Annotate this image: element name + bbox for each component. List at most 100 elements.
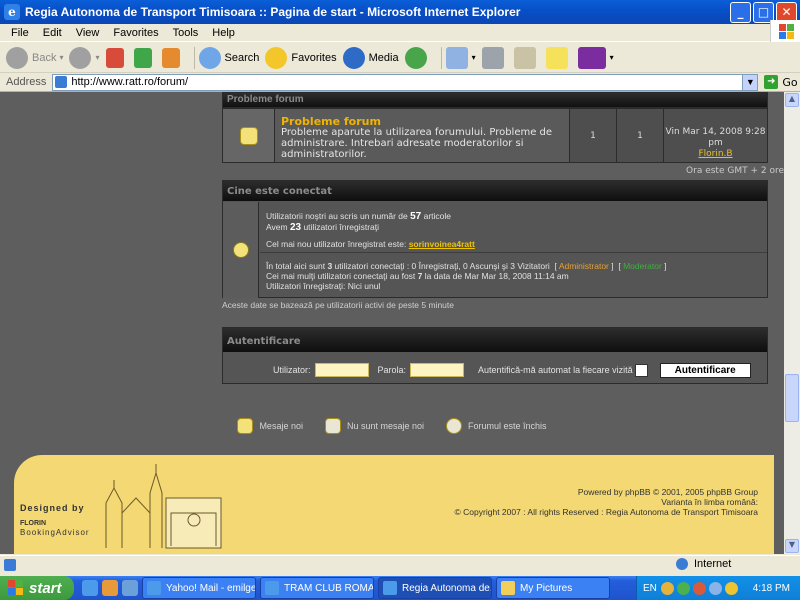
login-header: Autentificare [223,328,767,352]
cathedral-drawing-icon [105,464,222,549]
menu-tools[interactable]: Tools [166,27,206,39]
newest-user-link[interactable]: sorinvoinea4ratt [409,239,475,249]
designed-by-label: Designed by [20,503,85,513]
address-dropdown-icon[interactable]: ▼ [742,74,758,90]
forum-row: Probleme forum Probleme aparute la utili… [222,108,768,163]
window-title: Regia Autonoma de Transport Timisoara ::… [25,5,521,19]
go-button[interactable]: ➜ Go [764,75,798,89]
password-input[interactable] [410,363,465,377]
menu-file[interactable]: File [4,27,36,39]
history-button[interactable] [404,46,431,69]
powered-by[interactable]: Powered by phpBB © 2001, 2005 phpBB Grou… [455,487,758,497]
ie-icon [265,581,279,595]
forward-button[interactable]: ▾ [69,46,100,69]
vertical-scrollbar[interactable]: ▲ ▼ [784,92,800,554]
ie-icon: e [4,4,20,20]
scroll-down-arrow-icon[interactable]: ▼ [785,539,799,553]
scroll-thumb[interactable] [785,374,799,422]
start-button[interactable]: start [0,576,74,600]
edit-icon [513,46,536,69]
history-icon [404,46,427,69]
mail-button[interactable]: ▾ [445,46,476,69]
page-footer: Designed by FLORIN BookingAdvisor Powere… [14,455,774,554]
folder-icon [501,581,515,595]
language-indicator[interactable]: EN [643,583,657,594]
home-button[interactable] [161,47,184,68]
menu-help[interactable]: Help [205,27,242,39]
new-posts-icon [237,418,254,434]
notes-button[interactable] [545,46,572,69]
quick-launch [82,580,138,596]
ie-icon [147,581,161,595]
ie-quicklaunch-icon[interactable] [82,580,98,596]
forum-posts-count: 1 [617,109,664,162]
yahoo-button[interactable]: ▾ [577,46,614,69]
search-button[interactable]: Search [198,46,259,69]
refresh-button[interactable] [133,47,156,68]
designer-company: BookingAdvisor [20,528,90,537]
tray-icon-5[interactable] [724,581,738,595]
toolbar: Back ▾ ▾ Search Favorites Media ▾ ▾ [0,43,800,73]
tray-icon-3[interactable] [692,581,706,595]
windows-logo-icon [770,20,800,42]
moderator-legend: Moderator [623,261,662,271]
outlook-quicklaunch-icon[interactable] [102,580,118,596]
divider [260,252,767,253]
menu-view[interactable]: View [69,27,107,39]
star-icon [265,46,288,69]
language-note: Varianta în limba română: [661,497,758,507]
forum-topics-count: 1 [570,109,617,162]
refresh-icon [133,47,152,68]
who-is-online-icon-cell [223,202,259,298]
menu-favorites[interactable]: Favorites [106,27,165,39]
back-button[interactable]: Back ▾ [6,46,63,69]
page-status-icon [4,559,16,571]
minimize-button[interactable]: _ [730,2,751,23]
online-users-info: În total aici sunt 3 utilizatori conecta… [266,261,667,291]
windows-flag-icon [8,580,24,596]
menu-bar: File Edit View Favorites Tools Help [0,24,800,42]
task-regia-autonoma[interactable]: Regia Autonoma de... [378,577,492,599]
login-button[interactable]: Autentificare [659,362,751,378]
desktop-quicklaunch-icon[interactable] [122,580,138,596]
remember-checkbox[interactable] [634,363,648,377]
forum-legend: Mesaje noi Nu sunt mesaje noi Forumul es… [0,418,784,434]
tray-icon-2[interactable] [676,581,690,595]
forum-description-cell: Probleme forum Probleme aparute la utili… [275,109,570,162]
stop-button[interactable] [105,47,128,68]
favorites-button[interactable]: Favorites [265,46,337,69]
toolbar-separator [440,46,442,69]
last-post-user-link[interactable]: Florin.B [698,149,732,159]
forum-new-posts-icon [239,126,258,145]
forum-last-post: Vin Mar 14, 2008 9:28 pm Florin.B [664,109,767,162]
mail-icon [445,46,468,69]
system-tray: EN 4:18 PM [636,576,800,600]
address-input[interactable]: http://www.ratt.ro/forum/ ▼ [52,73,759,91]
scroll-up-arrow-icon[interactable]: ▲ [785,93,799,107]
menu-edit[interactable]: Edit [36,27,69,39]
forward-arrow-icon [69,46,92,69]
tray-icon-1[interactable] [660,581,674,595]
toolbar-separator [193,46,195,69]
task-tram-club[interactable]: TRAM CLUB ROMAN... [260,577,374,599]
online-count: 3 [327,261,333,271]
username-input[interactable] [314,363,369,377]
address-label: Address [6,76,47,88]
printer-icon [481,46,504,69]
article-count: 57 [410,211,422,222]
tray-icon-4[interactable] [708,581,722,595]
login-box: Autentificare Utilizator: Parola: Autent… [222,327,768,384]
address-bar: Address http://www.ratt.ro/forum/ ▼ ➜ Go [0,73,800,92]
forum-name-link[interactable]: Probleme forum [281,116,563,127]
print-button[interactable] [481,46,508,69]
media-button[interactable]: Media [342,46,399,69]
ie-icon [383,581,397,595]
edit-button[interactable] [513,46,540,69]
who-is-online-header: Cine este conectat [223,181,767,201]
note-icon [545,46,568,69]
task-my-pictures[interactable]: My Pictures [496,577,610,599]
task-yahoo-mail[interactable]: Yahoo! Mail - emilge... [142,577,256,599]
designer-name: FLORIN [20,520,47,527]
security-zone: Internet [676,558,731,570]
username-label: Utilizator: [273,365,311,375]
